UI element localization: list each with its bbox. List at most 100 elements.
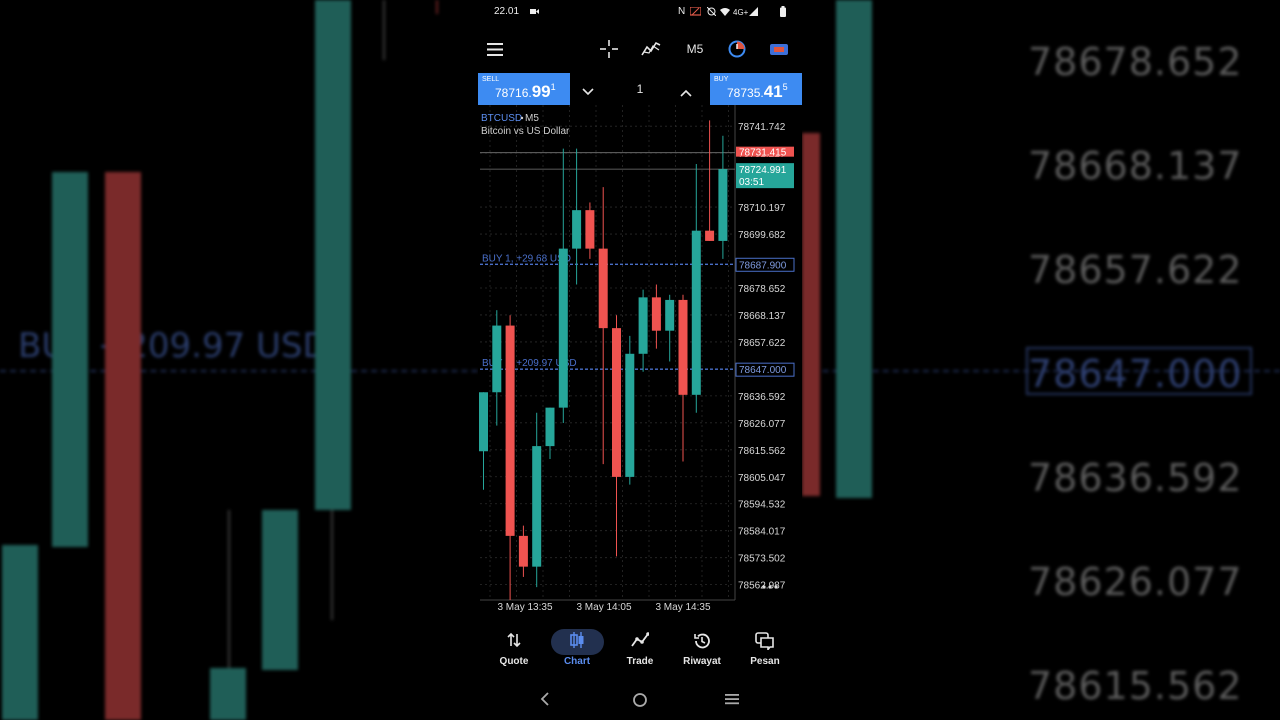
bg-price-label: 78678.652 xyxy=(1028,40,1243,84)
bg-price-label: 78626.077 xyxy=(1028,560,1243,604)
nav-riwayat[interactable]: Riwayat xyxy=(672,632,732,667)
price-tick-label: 78657.622 xyxy=(738,338,786,349)
nav-chart[interactable]: Chart xyxy=(547,632,607,667)
timeframe-label: M5 xyxy=(525,113,539,124)
candle xyxy=(705,120,715,241)
bg-candle xyxy=(836,0,872,498)
lot-increase-button[interactable] xyxy=(680,84,692,102)
buy-price: 78735.415 xyxy=(727,82,788,102)
lot-decrease-button[interactable] xyxy=(582,83,594,101)
nav-pesan[interactable]: Pesan xyxy=(735,632,795,667)
messages-icon xyxy=(735,632,795,652)
time-tick-label: 3 May 14:05 xyxy=(576,602,631,613)
price-tags: 78731.415 78724.99103:51 xyxy=(736,146,794,189)
candle xyxy=(558,148,568,424)
indicator-icon[interactable] xyxy=(640,38,662,60)
recents-icon[interactable] xyxy=(725,692,739,711)
back-icon[interactable] xyxy=(540,692,550,711)
candle xyxy=(492,310,502,426)
candle xyxy=(638,289,648,372)
price-tick-label: 78668.137 xyxy=(738,311,786,322)
nav-pesan-label: Pesan xyxy=(750,656,780,667)
sell-price-main: 78716. xyxy=(495,86,532,100)
price-tick-label: 78605.047 xyxy=(738,473,786,484)
lot-value[interactable]: 1 xyxy=(630,82,650,96)
price-tick-label: 78594.532 xyxy=(738,500,786,511)
candle xyxy=(479,392,488,490)
home-icon[interactable] xyxy=(632,692,648,713)
wifi-icon xyxy=(720,7,730,19)
price-tick-label: 78699.682 xyxy=(738,230,786,241)
candle-body xyxy=(718,169,728,241)
candle-body xyxy=(651,297,661,331)
nav-chart-label: Chart xyxy=(563,656,591,667)
bg-price-label: 78647.000 xyxy=(1028,352,1243,396)
candle xyxy=(625,335,635,485)
price-tick-label: 78573.502 xyxy=(738,554,786,565)
candle-body xyxy=(691,230,701,395)
objects-icon[interactable] xyxy=(768,38,790,60)
buy-price-big: 41 xyxy=(763,82,783,101)
price-axis: 78741.74278731.22778710.19778699.6827867… xyxy=(738,122,786,591)
bg-price-label: 78657.622 xyxy=(1028,248,1243,292)
hamburger-icon[interactable] xyxy=(484,38,506,60)
sell-price-big: 99 xyxy=(531,82,551,101)
bg-wick xyxy=(436,0,438,14)
mute-icon xyxy=(706,6,717,19)
nav-quote-label: Quote xyxy=(499,656,529,667)
position-price-label: 78687.900 xyxy=(739,260,787,271)
candle xyxy=(612,315,621,557)
candle-body xyxy=(479,392,488,452)
price-tick-label: 78584.017 xyxy=(738,527,786,538)
candle xyxy=(718,135,728,259)
symbol-label: BTCUSD xyxy=(481,113,522,124)
nav-trade[interactable]: Trade xyxy=(610,632,670,667)
candle-body xyxy=(492,325,502,393)
candle xyxy=(545,407,555,459)
lot-control: 1 xyxy=(570,73,710,105)
candle-body xyxy=(638,297,648,354)
bg-candle xyxy=(2,545,38,720)
candlestick-chart[interactable]: BUY 1, +29.68 USD78687.900BUY 1, +209.97… xyxy=(478,105,802,615)
sell-button[interactable]: SELL 78716.991 xyxy=(478,73,570,105)
candle xyxy=(585,202,595,259)
trend-icon xyxy=(610,632,670,652)
candle-body xyxy=(625,353,635,477)
symbol-description: Bitcoin vs US Dollar xyxy=(481,126,570,137)
candle xyxy=(518,525,528,577)
time-tick-label: 3 May 14:35 xyxy=(655,602,710,613)
nav-riwayat-label: Riwayat xyxy=(683,656,721,667)
camera-icon xyxy=(530,7,539,18)
clock-icon[interactable] xyxy=(726,38,748,60)
candle-body xyxy=(598,248,608,329)
candle-body xyxy=(532,446,542,567)
candle-body xyxy=(572,210,582,249)
swap-icon xyxy=(484,632,544,652)
price-tick-label: 78636.592 xyxy=(738,392,786,403)
buy-button[interactable]: BUY 78735.415 xyxy=(710,73,802,105)
candle-body xyxy=(585,210,595,249)
candle xyxy=(532,412,542,588)
phone-screen: 22.01 N 4G+ M5 SELL 78716.991 1 BUY 7873… xyxy=(478,0,802,720)
price-tick-label: 78741.742 xyxy=(738,122,786,133)
time-axis: 3 May 13:35 3 May 14:05 3 May 14:35 xyxy=(497,602,710,613)
position-label: BUY 1, +29.68 USD xyxy=(482,253,571,264)
candle xyxy=(651,284,661,349)
time-tick-label: 3 May 13:35 xyxy=(497,602,552,613)
bg-candle xyxy=(802,133,820,496)
sell-price: 78716.991 xyxy=(495,82,556,102)
candle xyxy=(665,294,675,362)
candles-icon xyxy=(547,632,607,652)
battery-icon xyxy=(780,6,786,20)
candle-body xyxy=(705,230,715,241)
candle-body xyxy=(518,535,528,567)
candle xyxy=(691,163,701,413)
timeframe-button[interactable]: M5 xyxy=(682,38,708,60)
nav-quote[interactable]: Quote xyxy=(484,632,544,667)
price-tick-label: 78678.652 xyxy=(738,284,786,295)
signal-icon xyxy=(749,7,758,19)
bg-candle xyxy=(210,668,246,720)
crosshair-icon[interactable] xyxy=(598,38,620,60)
more-icon[interactable] xyxy=(762,585,778,589)
nav-trade-label: Trade xyxy=(626,656,654,667)
